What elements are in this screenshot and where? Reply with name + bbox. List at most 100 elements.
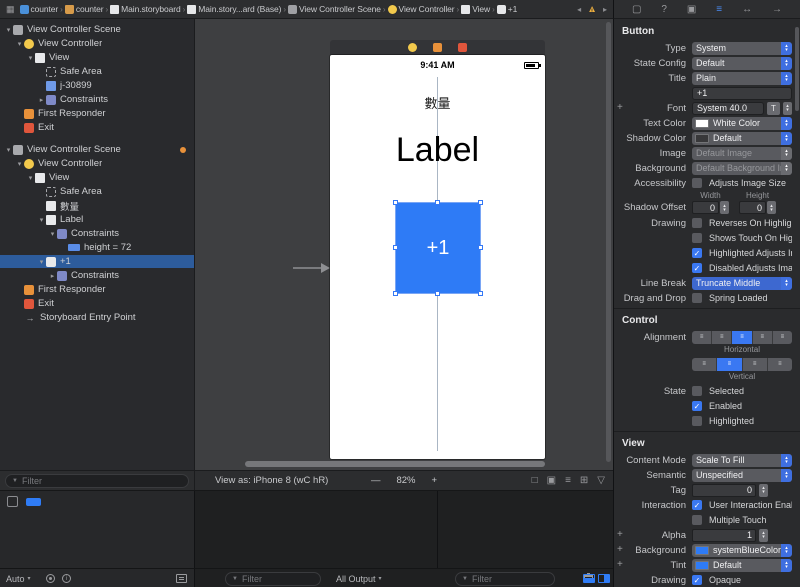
outline-row[interactable]: ▾ Label: [0, 213, 194, 226]
disclosure-triangle[interactable]: ▾: [37, 216, 46, 224]
combo-box[interactable]: Default Background Imag▴▾: [692, 161, 792, 175]
exit-dock-icon[interactable]: [458, 43, 467, 52]
disclosure-triangle[interactable]: ▾: [26, 54, 35, 62]
outline-row[interactable]: Safe Area: [0, 185, 194, 198]
blue-marker-icon[interactable]: [26, 498, 41, 506]
checkbox[interactable]: [692, 178, 702, 188]
next-issue-icon[interactable]: ▸: [603, 5, 607, 14]
stepper-control[interactable]: ▴ ▾: [759, 483, 768, 497]
file-inspector-icon[interactable]: ▢: [632, 4, 641, 15]
add-variation-button[interactable]: +: [617, 559, 623, 570]
resize-handle[interactable]: [393, 200, 398, 205]
popup-button[interactable]: Default ▴ ▾: [692, 56, 792, 70]
console-pane-toggle-icon[interactable]: [598, 574, 610, 583]
popup-button[interactable]: Default ▴ ▾: [692, 558, 792, 572]
disclosure-triangle[interactable]: ▸: [48, 272, 57, 280]
checkbox[interactable]: [692, 293, 702, 303]
checkbox[interactable]: [692, 248, 702, 258]
outline-row[interactable]: ▾ View Controller Scene: [0, 143, 194, 156]
view-as-button[interactable]: View as: iPhone 8 (wC hR): [215, 475, 328, 486]
debug-pane-divider[interactable]: [437, 491, 438, 568]
stepper-control[interactable]: ▴ ▾: [767, 201, 776, 214]
segment[interactable]: ≡: [717, 357, 743, 371]
popup-button[interactable]: Unspecified ▴ ▾: [692, 468, 792, 482]
disclosure-triangle[interactable]: ▾: [26, 174, 35, 182]
outline-row[interactable]: ▾ View: [0, 171, 194, 184]
add-variation-button[interactable]: +: [617, 529, 623, 540]
inspector-scrollbar[interactable]: [795, 27, 799, 111]
combo-box[interactable]: Default Image ▴ ▾: [692, 146, 792, 160]
quantity-label[interactable]: 數量: [330, 93, 545, 112]
number-field[interactable]: 0: [692, 201, 719, 214]
number-field[interactable]: 0: [692, 483, 756, 497]
stepper-control[interactable]: ▴ ▾: [783, 101, 792, 115]
popup-button[interactable]: systemBlueColor ▴ ▾: [692, 543, 792, 557]
segment[interactable]: ≡: [712, 330, 733, 344]
outline-row[interactable]: Storyboard Entry Point: [0, 311, 194, 324]
align-icon[interactable]: ≡: [565, 475, 571, 486]
checkbox[interactable]: [692, 416, 702, 426]
checkbox[interactable]: [692, 233, 702, 243]
add-constraints-icon[interactable]: ⊞: [580, 475, 588, 486]
resize-handle[interactable]: [478, 245, 483, 250]
outline-row[interactable]: First Responder: [0, 107, 194, 120]
jumpbar-item[interactable]: counter: [64, 4, 104, 14]
previous-issue-icon[interactable]: ◂: [577, 5, 581, 14]
jumpbar-item[interactable]: Main.story...ard (Base): [187, 4, 281, 14]
checkbox[interactable]: [692, 515, 702, 525]
add-variation-button[interactable]: +: [617, 544, 623, 555]
jumpbar-item[interactable]: counter: [19, 4, 58, 14]
checkbox[interactable]: [692, 401, 702, 411]
jumpbar-item[interactable]: View: [461, 4, 490, 14]
resize-handle[interactable]: [393, 245, 398, 250]
outline-row[interactable]: j-30899: [0, 79, 194, 92]
console-filter-field[interactable]: ▼ Filter: [455, 571, 555, 586]
outline-row[interactable]: ▾ View Controller Scene: [0, 23, 194, 36]
stepper-control[interactable]: ▴ ▾: [759, 528, 768, 542]
outline-row[interactable]: height = 72: [0, 241, 194, 254]
add-variation-button[interactable]: +: [617, 102, 623, 113]
resize-handle[interactable]: [478, 291, 483, 296]
outline-row[interactable]: 數量: [0, 199, 194, 213]
stepper-control[interactable]: ▴ ▾: [720, 201, 729, 214]
outline-row[interactable]: ▾ Constraints: [0, 227, 194, 240]
horizontal-scrollbar[interactable]: [245, 461, 545, 467]
segment[interactable]: ≡: [732, 330, 753, 344]
main-label[interactable]: Label: [330, 131, 545, 170]
disclosure-triangle[interactable]: ▾: [48, 230, 57, 238]
segment[interactable]: ≡: [692, 357, 718, 371]
outline-row[interactable]: ▾ View: [0, 51, 194, 64]
outline-row[interactable]: ▾ View Controller: [0, 37, 194, 50]
outline-row[interactable]: ▸ Constraints: [0, 269, 194, 282]
popup-button[interactable]: Plain ▴ ▾: [692, 71, 792, 85]
resize-handle[interactable]: [435, 291, 440, 296]
checkbox[interactable]: [692, 575, 702, 585]
outline-row[interactable]: Exit: [0, 121, 194, 134]
related-items-icon[interactable]: ▦: [6, 4, 15, 15]
stack-frames-icon[interactable]: [176, 569, 187, 587]
popup-button[interactable]: System ▴ ▾: [692, 41, 792, 55]
disclosure-triangle[interactable]: ▾: [4, 26, 13, 34]
segment[interactable]: ≡: [773, 331, 792, 344]
scope-icon[interactable]: [46, 569, 55, 587]
zoom-in-button[interactable]: +: [431, 475, 437, 486]
quick-help-icon[interactable]: ?: [661, 4, 667, 15]
font-picker-button[interactable]: T: [767, 101, 780, 115]
disclosure-triangle[interactable]: ▾: [15, 40, 24, 48]
resolve-auto-layout-icon[interactable]: ▽: [597, 475, 605, 486]
checkbox[interactable]: [692, 263, 702, 273]
jumpbar-item[interactable]: View Controller Scene: [288, 4, 381, 14]
outline-row[interactable]: Exit: [0, 297, 194, 310]
embed-in-stack-icon[interactable]: ▣: [547, 475, 556, 486]
number-field[interactable]: 1: [692, 528, 756, 542]
resize-handle[interactable]: [393, 291, 398, 296]
jumpbar-item[interactable]: Main.storyboard: [110, 4, 181, 14]
variables-scope-popup[interactable]: Auto ▾: [6, 569, 31, 587]
jumpbar-item[interactable]: +1: [496, 4, 517, 14]
first-responder-dock-icon[interactable]: [433, 43, 442, 52]
checkbox[interactable]: [692, 500, 702, 510]
segment[interactable]: ≡: [768, 358, 792, 371]
font-field[interactable]: System 40.0: [692, 101, 764, 115]
jumpbar-item[interactable]: View Controller: [387, 4, 455, 14]
segmented-control[interactable]: ≡ ≡ ≡ ≡ ≡: [692, 330, 792, 344]
